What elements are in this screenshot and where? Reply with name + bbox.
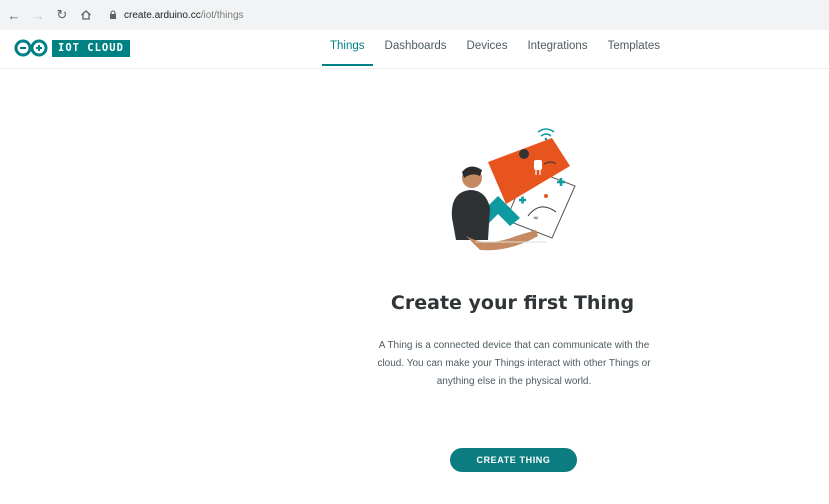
tab-templates[interactable]: Templates — [598, 30, 670, 68]
page-title: Create your first Thing — [390, 292, 635, 314]
arrow-left-icon: ← — [7, 7, 21, 23]
reload-icon: ↻ — [56, 7, 68, 22]
url-host: create.arduino.cc — [124, 9, 201, 21]
empty-state-description: A Thing is a connected device that can c… — [377, 340, 651, 387]
home-icon — [81, 10, 91, 20]
tab-dashboards[interactable]: Dashboards — [375, 30, 457, 68]
forward-button[interactable]: → — [28, 5, 48, 25]
app-header: IOT CLOUD Things Dashboards Devices Inte… — [0, 30, 829, 69]
arduino-infinity-icon — [14, 39, 48, 57]
create-thing-button[interactable]: CREATE THING — [450, 448, 577, 472]
svg-text:∞: ∞ — [533, 214, 539, 222]
tab-devices[interactable]: Devices — [457, 30, 518, 68]
arrow-right-icon: → — [31, 7, 45, 23]
arduino-iot-cloud-logo[interactable]: IOT CLOUD — [14, 39, 130, 57]
reload-button[interactable]: ↻ — [52, 5, 72, 25]
empty-state-illustration: ∞ — [440, 120, 590, 260]
browser-toolbar: ← → ↻ create.arduino.cc/iot/things — [0, 0, 829, 31]
address-bar[interactable]: create.arduino.cc/iot/things — [108, 4, 808, 26]
logo-text: IOT CLOUD — [52, 39, 130, 57]
home-button[interactable] — [76, 5, 96, 25]
tab-integrations[interactable]: Integrations — [517, 30, 597, 68]
lock-icon — [108, 9, 118, 21]
tab-things[interactable]: Things — [320, 30, 375, 68]
main-nav: Things Dashboards Devices Integrations T… — [320, 30, 670, 68]
back-button[interactable]: ← — [4, 5, 24, 25]
url-path: /iot/things — [200, 9, 244, 21]
